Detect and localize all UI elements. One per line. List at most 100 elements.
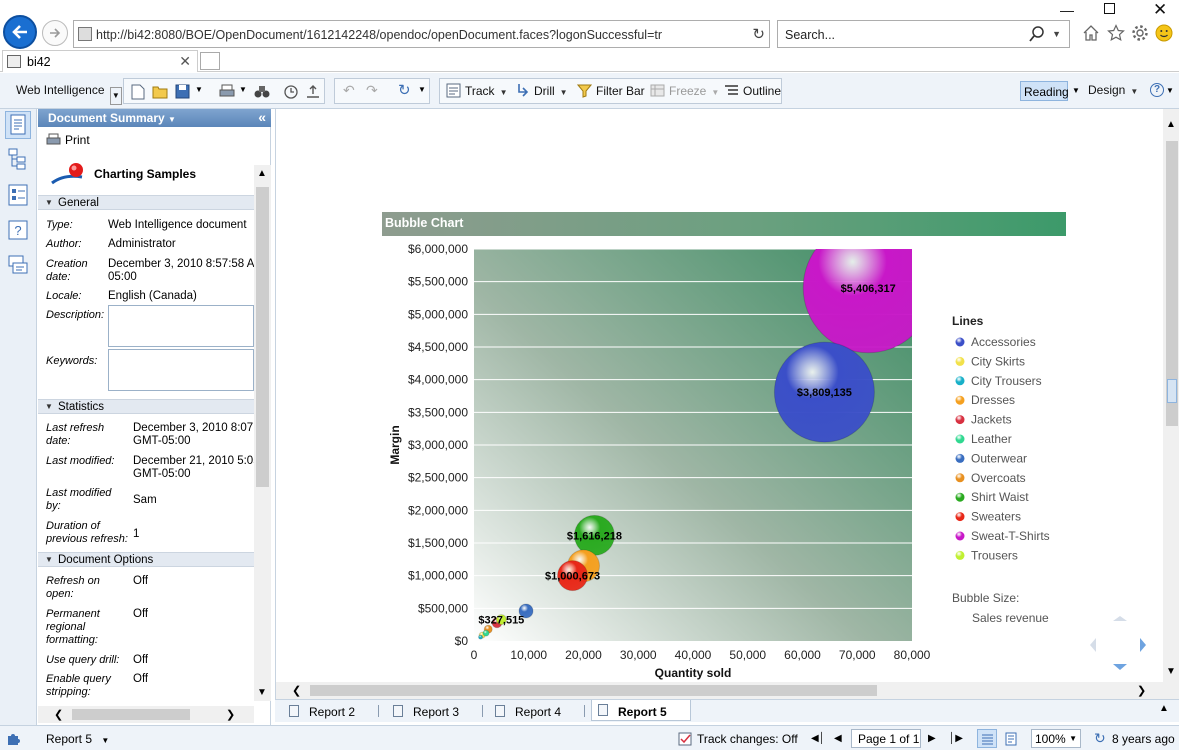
redo-icon[interactable]: ↷ (366, 82, 378, 99)
app-name-menu[interactable]: Web Intelligence ▼ (16, 83, 122, 105)
track-dropdown-icon[interactable]: ▼ (500, 88, 508, 97)
search-icon[interactable] (1029, 25, 1045, 43)
back-button[interactable] (3, 15, 37, 49)
last-page-icon[interactable]: │▶ (949, 733, 963, 744)
zoom-dropdown-icon[interactable]: ▼ (1069, 734, 1077, 743)
favorites-star-icon[interactable] (1107, 24, 1125, 42)
report-scroll-left-icon[interactable]: ❮ (292, 684, 301, 697)
collapse-general-icon[interactable]: ▼ (45, 198, 53, 207)
panel-vertical-scrollbar[interactable]: ▲ ▼ (254, 165, 271, 701)
pan-left-icon[interactable] (1090, 638, 1096, 652)
document-summary-rail-button[interactable] (5, 111, 31, 139)
legend-item-shirt-waist[interactable]: Shirt Waist (971, 490, 1029, 504)
collapse-panel-icon[interactable]: « (258, 109, 266, 125)
forward-button[interactable] (42, 20, 68, 46)
scroll-right-icon[interactable]: ❯ (226, 708, 235, 721)
tab-report-2[interactable]: Report 2 (283, 702, 375, 722)
tab-report-3[interactable]: Report 3 (387, 702, 479, 722)
minimize-icon[interactable]: — (1060, 2, 1074, 18)
legend-item-trousers[interactable]: Trousers (971, 548, 1018, 562)
design-dropdown-icon[interactable]: ▼ (1130, 87, 1138, 96)
new-tab-button[interactable] (200, 52, 220, 70)
find-binoculars-icon[interactable] (254, 84, 270, 99)
history-icon[interactable] (282, 84, 298, 99)
legend-item-city-skirts[interactable]: City Skirts (971, 354, 1025, 368)
pan-down-icon[interactable] (1113, 664, 1127, 670)
puzzle-plugin-icon[interactable] (6, 730, 22, 746)
address-text[interactable]: http://bi42:8080/BOE/OpenDocument/161214… (96, 28, 736, 42)
save-dropdown-icon[interactable]: ▼ (195, 85, 203, 94)
page-number-field[interactable]: Page 1 of 1 (851, 729, 921, 748)
legend-item-sweat-t-shirts[interactable]: Sweat-T-Shirts (971, 529, 1050, 543)
outline-button[interactable]: Outline (724, 83, 781, 101)
bubble-leather[interactable] (482, 629, 490, 637)
collapse-options-icon[interactable]: ▼ (45, 555, 53, 564)
freeze-dropdown-icon[interactable]: ▼ (711, 88, 719, 97)
refresh-dropdown-icon[interactable]: ▼ (418, 85, 426, 94)
page-mode-icon[interactable] (1004, 732, 1018, 746)
pan-up-icon[interactable] (1113, 616, 1127, 621)
document-options-section-header[interactable]: ▼ Document Options (38, 552, 254, 567)
zoom-select[interactable]: 100% ▼ (1031, 729, 1081, 748)
refresh-icon[interactable]: ↻ (752, 25, 765, 43)
keywords-field[interactable] (108, 349, 254, 391)
legend-item-city-trousers[interactable]: City Trousers (971, 374, 1042, 388)
bubble-chart[interactable]: $3,809,135 $1,616,218 $1,000,673 $5,406,317… (382, 240, 1072, 680)
comments-rail-button[interactable] (7, 253, 29, 275)
app-menu-dropdown-icon[interactable]: ▼ (109, 87, 122, 105)
undo-icon[interactable]: ↶ (343, 82, 355, 99)
refresh-data-icon[interactable]: ↻ (398, 81, 411, 99)
statistics-section-header[interactable]: ▼ Statistics (38, 399, 254, 414)
previous-page-icon[interactable]: ◀ (834, 733, 842, 744)
reading-mode-button[interactable]: Reading (1020, 81, 1069, 101)
panel-title[interactable]: Document Summary ▼ (48, 111, 176, 125)
close-tab-icon[interactable]: ✕ (179, 53, 191, 70)
navigation-map-rail-button[interactable] (7, 147, 29, 170)
report-scroll-down-icon[interactable]: ▼ (1166, 666, 1176, 677)
new-document-icon[interactable] (131, 84, 145, 100)
bubble-city-trousers[interactable] (478, 634, 484, 640)
legend-item-sweaters[interactable]: Sweaters (971, 510, 1021, 524)
report-vertical-scrollbar[interactable]: ▲ ▼ (1163, 109, 1179, 699)
browser-tab[interactable]: bi42 ✕ (2, 50, 198, 72)
report-scroll-up-icon[interactable]: ▲ (1166, 119, 1176, 130)
report-horizontal-scroll-thumb[interactable] (310, 685, 877, 696)
save-icon[interactable] (175, 84, 190, 99)
chart-pan-arrows[interactable] (1089, 614, 1149, 674)
scroll-left-icon[interactable]: ❮ (54, 708, 63, 721)
open-folder-icon[interactable] (152, 84, 168, 99)
help-icon[interactable]: ? (1150, 83, 1164, 97)
panel-horizontal-scrollbar[interactable]: ❮ ❯ (38, 706, 254, 723)
tabs-expand-up-icon[interactable]: ▲ (1159, 703, 1169, 714)
print-dropdown-icon[interactable]: ▼ (239, 85, 247, 94)
help-dropdown-icon[interactable]: ▼ (1166, 86, 1174, 95)
close-window-icon[interactable]: ✕ (1153, 0, 1167, 20)
home-icon[interactable] (1082, 24, 1100, 42)
legend-item-accessories[interactable]: Accessories (971, 335, 1036, 349)
legend-item-outerwear[interactable]: Outerwear (971, 451, 1027, 465)
design-mode-button[interactable]: Design ▼ (1088, 83, 1138, 101)
report-selector[interactable]: Report 5 ▼ (46, 732, 109, 746)
report-horizontal-scrollbar[interactable]: ❮ ❯ (276, 682, 1163, 699)
panel-horizontal-scroll-thumb[interactable] (72, 709, 190, 720)
smiley-feedback-icon[interactable] (1155, 24, 1173, 42)
filter-bar-button[interactable]: Filter Bar (577, 83, 645, 101)
track-changes-status[interactable]: Track changes: Off (678, 732, 798, 746)
first-page-icon[interactable]: ◀│ (811, 733, 825, 744)
legend-item-dresses[interactable]: Dresses (971, 393, 1015, 407)
report-selector-dropdown-icon[interactable]: ▼ (101, 736, 109, 745)
next-page-icon[interactable]: ▶ (928, 733, 936, 744)
freeze-button[interactable]: Freeze ▼ (650, 83, 719, 101)
export-icon[interactable] (305, 84, 321, 99)
report-scroll-right-icon[interactable]: ❯ (1137, 684, 1146, 697)
side-panel-expand-handle[interactable] (1167, 379, 1177, 403)
pan-right-icon[interactable] (1140, 638, 1146, 652)
quick-display-mode-button[interactable] (977, 729, 997, 748)
collapse-statistics-icon[interactable]: ▼ (45, 402, 53, 411)
print-summary-button[interactable]: Print (46, 133, 90, 147)
general-section-header[interactable]: ▼ General (38, 195, 254, 210)
description-field[interactable] (108, 305, 254, 347)
reading-dropdown-icon[interactable]: ▼ (1072, 86, 1080, 95)
drill-dropdown-icon[interactable]: ▼ (560, 88, 568, 97)
tab-report-4[interactable]: Report 4 (489, 702, 581, 722)
